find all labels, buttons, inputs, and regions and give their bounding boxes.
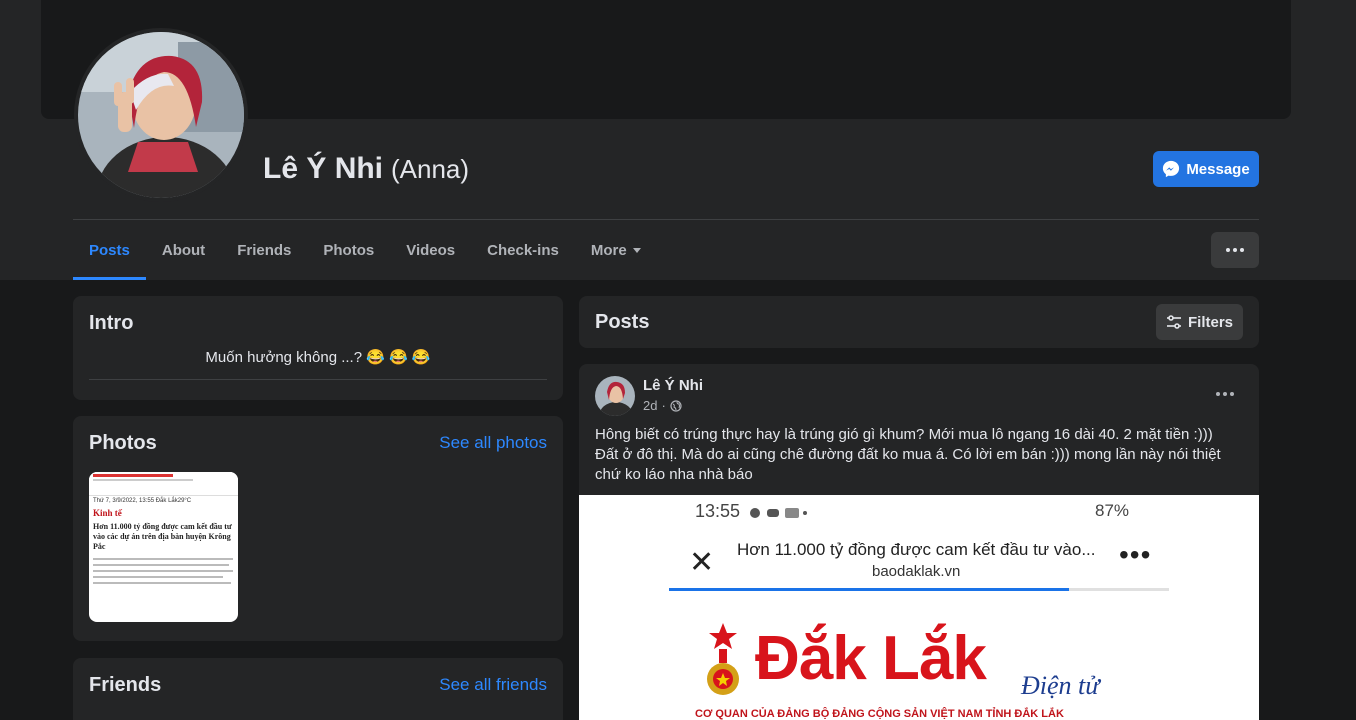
more-icon: ••• (1119, 539, 1152, 570)
message-label: Message (1186, 160, 1250, 178)
photo-thumbnail[interactable]: Thứ 7, 3/9/2022, 13:55 Đắk Lắk29°C Kinh … (89, 472, 238, 622)
profile-name-row: Lê Ý Nhi (Anna) (263, 152, 469, 186)
tab-more[interactable]: More (575, 220, 657, 280)
photos-title: Photos (89, 432, 157, 454)
intro-card: Intro Muốn hưởng không ...? 😂 😂 😂 (73, 296, 563, 400)
profile-name: Lê Ý Nhi (263, 152, 384, 185)
photo-thumb-header (89, 472, 238, 496)
more-icon (1216, 392, 1234, 396)
photo-thumb-headline: Hơn 11.000 tỷ đồng được cam kết đầu tư v… (93, 522, 232, 551)
image-page-title: Hơn 11.000 tỷ đồng được cam kết đầu tư v… (737, 540, 1096, 559)
tab-videos[interactable]: Videos (390, 220, 471, 280)
post-image[interactable]: 13:55 87% ✕ Hơn 11.000 tỷ đồng được cam … (579, 495, 1259, 720)
medal-icon (707, 623, 739, 695)
posts-header-card: Posts Filters (579, 296, 1259, 348)
tab-photos[interactable]: Photos (307, 220, 390, 280)
intro-title: Intro (89, 312, 134, 334)
intro-bio: Muốn hưởng không ...? 😂 😂 😂 (205, 349, 431, 366)
filters-icon (1166, 315, 1181, 329)
status-icons (750, 508, 807, 518)
more-icon (1226, 248, 1244, 252)
post-time[interactable]: 2d (643, 398, 657, 413)
image-org: CƠ QUAN CỦA ĐẢNG BỘ ĐẢNG CỘNG SẢN VIỆT N… (695, 708, 1064, 720)
profile-tabs: Posts About Friends Photos Videos Check-… (73, 220, 657, 280)
see-all-photos-link[interactable]: See all photos (439, 433, 547, 453)
message-button[interactable]: Message (1153, 151, 1259, 187)
profile-more-button[interactable] (1211, 232, 1259, 268)
posts-title: Posts (595, 311, 650, 333)
messenger-icon (1163, 160, 1180, 178)
post-meta: 2d · (643, 398, 682, 413)
profile-avatar[interactable] (74, 28, 248, 202)
photo-thumb-section: Kinh tế (93, 508, 122, 518)
close-icon: ✕ (689, 546, 715, 579)
post-text: Hông biết có trúng thực hay là trúng gió… (595, 426, 1221, 483)
tab-friends[interactable]: Friends (221, 220, 307, 280)
intro-divider (89, 379, 547, 380)
profile-alt-name: (Anna) (391, 154, 470, 184)
image-status-battery: 87% (1095, 501, 1130, 520)
post-author-name[interactable]: Lê Ý Nhi (643, 377, 703, 394)
friends-card: Friends See all friends (73, 658, 563, 720)
image-logo: Đắk Lắk (755, 624, 987, 693)
photos-card: Photos See all photos Thứ 7, 3/9/2022, 1… (73, 416, 563, 641)
image-domain: baodaklak.vn (872, 563, 961, 580)
photo-thumb-date: Thứ 7, 3/9/2022, 13:55 Đắk Lắk29°C (93, 498, 192, 504)
filters-button[interactable]: Filters (1156, 304, 1243, 340)
filters-label: Filters (1187, 313, 1233, 331)
post-card: Lê Ý Nhi 2d · Hông biết có trúng thực ha… (579, 364, 1259, 720)
post-options-button[interactable] (1207, 376, 1243, 412)
tab-posts[interactable]: Posts (73, 220, 146, 280)
caret-down-icon (632, 247, 641, 253)
globe-icon (670, 399, 682, 412)
see-all-friends-link[interactable]: See all friends (439, 675, 547, 695)
post-author-avatar[interactable] (595, 376, 635, 416)
image-status-time: 13:55 (695, 501, 741, 521)
friends-title: Friends (89, 674, 162, 696)
tab-check-ins[interactable]: Check-ins (471, 220, 575, 280)
image-progress-bar (669, 588, 1169, 591)
image-logo-tag: Điện tử (1021, 671, 1100, 700)
tab-about[interactable]: About (146, 220, 221, 280)
